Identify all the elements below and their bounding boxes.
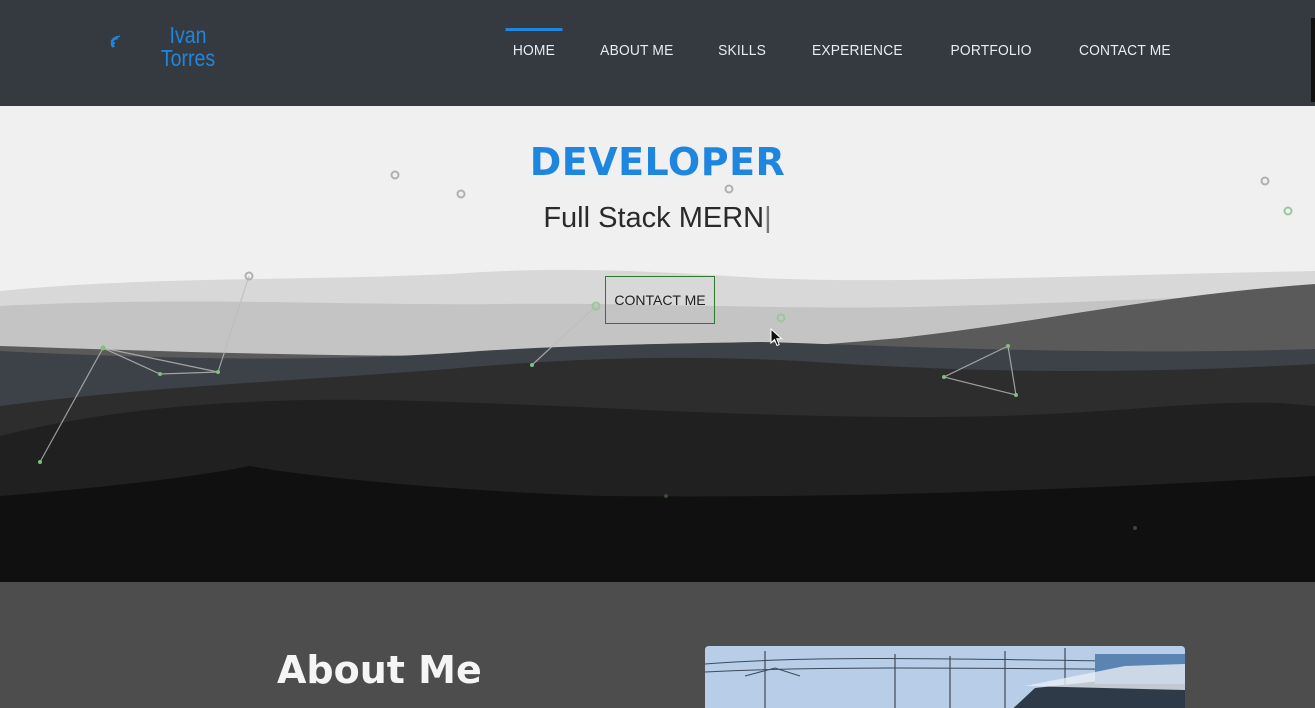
hero-contact-button[interactable]: CONTACT ME xyxy=(605,276,715,324)
hero-title: DEVELOPER xyxy=(529,140,786,184)
hero-subtitle: Full Stack MERN| xyxy=(0,202,1315,235)
brand-name: Ivan Torres xyxy=(154,24,222,70)
nav-contact-me[interactable]: CONTACT ME xyxy=(1061,28,1190,76)
main-nav: HOME ABOUT ME SKILLS EXPERIENCE PORTFOLI… xyxy=(491,28,1195,76)
nav-portfolio[interactable]: PORTFOLIO xyxy=(932,28,1050,76)
signal-waves-icon xyxy=(110,35,121,48)
about-photo xyxy=(705,646,1185,708)
brand-last-name: Torres xyxy=(160,45,216,71)
nav-about-me[interactable]: ABOUT ME xyxy=(581,28,691,76)
brand-first-name: Ivan xyxy=(169,22,207,48)
mouse-pointer-icon xyxy=(770,328,783,347)
hero-typed-text: Full Stack MERN xyxy=(543,202,765,234)
typing-caret: | xyxy=(764,202,772,234)
about-photo-scene xyxy=(705,646,1185,708)
page-scrollbar[interactable] xyxy=(1311,18,1315,102)
nav-skills[interactable]: SKILLS xyxy=(700,28,785,76)
about-title: About Me xyxy=(277,648,482,692)
about-section: About Me xyxy=(0,582,1315,708)
site-header: Ivan Torres HOME ABOUT ME SKILLS EXPERIE… xyxy=(0,0,1315,106)
hero-section: DEVELOPER Full Stack MERN| CONTACT ME xyxy=(0,106,1315,582)
nav-experience[interactable]: EXPERIENCE xyxy=(794,28,922,76)
nav-home[interactable]: HOME xyxy=(494,28,573,76)
